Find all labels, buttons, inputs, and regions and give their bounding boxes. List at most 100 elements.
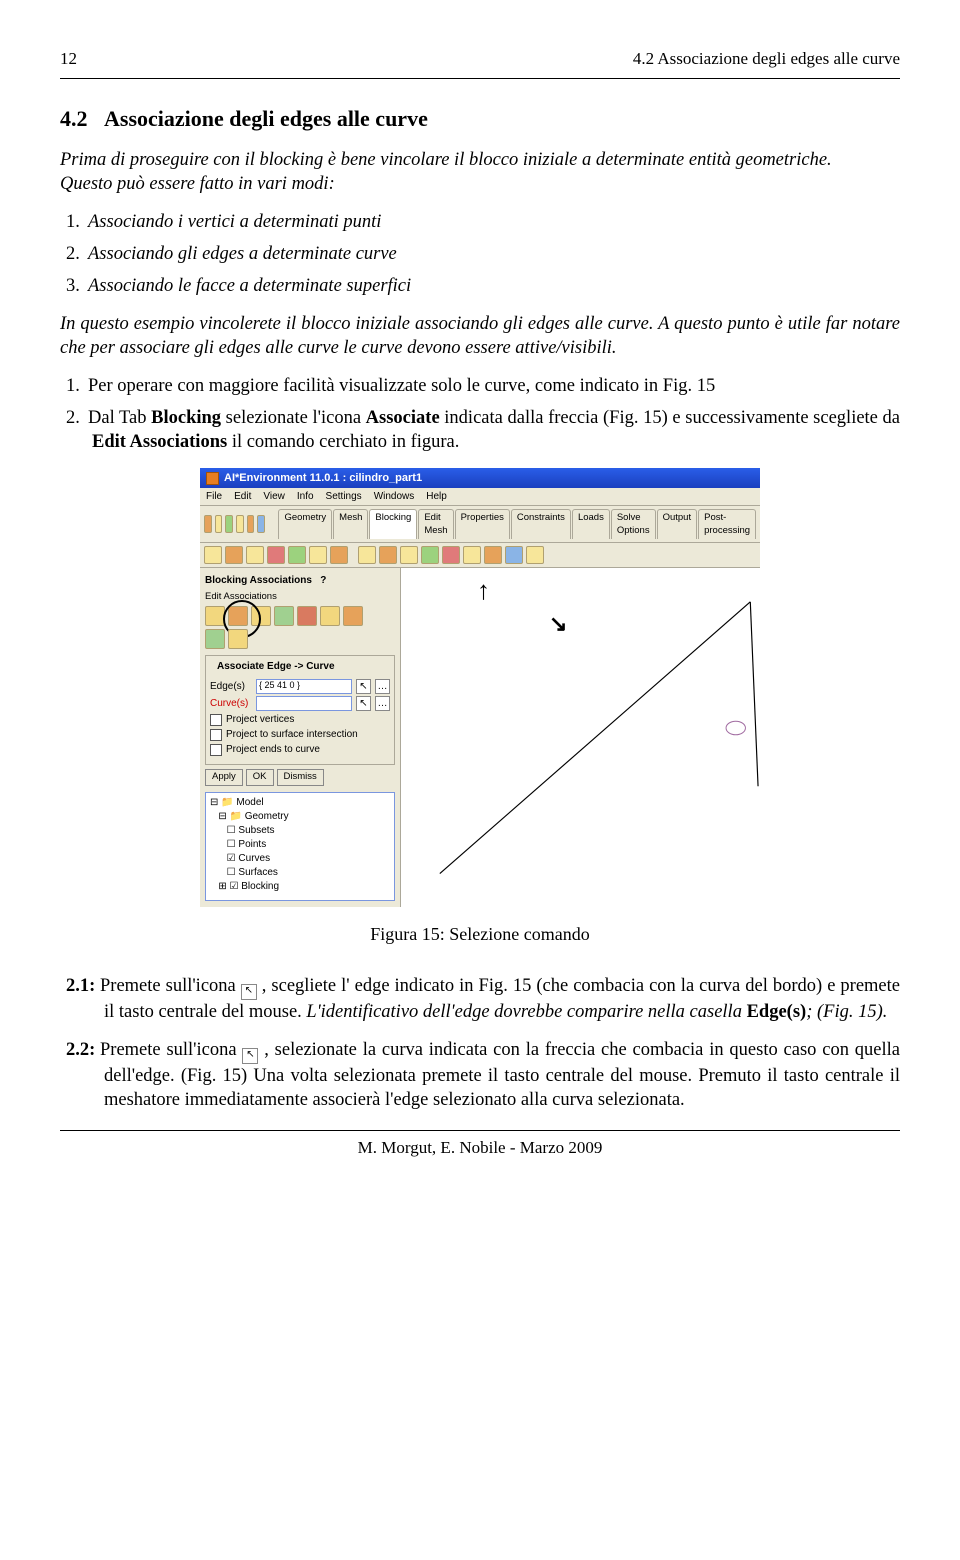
tool-associate-icon[interactable] xyxy=(379,546,397,564)
assoc-edge-curve-icon[interactable] xyxy=(228,606,248,626)
ok-button[interactable]: OK xyxy=(246,769,274,785)
header-rule xyxy=(60,78,900,79)
tool-icon[interactable] xyxy=(225,546,243,564)
menu-windows[interactable]: Windows xyxy=(374,490,415,503)
method-item-3: 3.Associando le facce a determinate supe… xyxy=(92,274,900,298)
pick-curve-icon[interactable]: ↖ xyxy=(356,696,371,711)
menu-edit[interactable]: Edit xyxy=(234,490,251,503)
edge-label: Edge(s) xyxy=(210,680,252,693)
assoc-icon[interactable] xyxy=(228,629,248,649)
section-header-label: 4.2 Associazione degli edges alle curve xyxy=(633,48,900,70)
menu-view[interactable]: View xyxy=(263,490,285,503)
chk-project-ends[interactable] xyxy=(210,744,222,756)
assoc-icon[interactable] xyxy=(343,606,363,626)
assoc-icon[interactable] xyxy=(274,606,294,626)
edit-associations-label: Edit Associations xyxy=(205,591,395,603)
apply-button[interactable]: Apply xyxy=(205,769,243,785)
footer-rule xyxy=(60,1130,900,1131)
curve-input[interactable] xyxy=(256,696,352,711)
intro-paragraph: Prima di proseguire con il blocking è be… xyxy=(60,148,900,196)
method-item-1: 1.Associando i vertici a determinati pun… xyxy=(92,210,900,234)
tool-icon[interactable] xyxy=(267,546,285,564)
tool-icon[interactable] xyxy=(358,546,376,564)
menu-info[interactable]: Info xyxy=(297,490,314,503)
tool-icon[interactable] xyxy=(505,546,523,564)
toolbar-icon[interactable] xyxy=(257,515,265,533)
methods-list: 1.Associando i vertici a determinati pun… xyxy=(60,210,900,298)
assoc-icon[interactable] xyxy=(205,629,225,649)
edge-input[interactable]: { 25 41 0 } xyxy=(256,679,352,694)
more-icon[interactable]: … xyxy=(375,679,390,694)
page-number: 12 xyxy=(60,48,77,70)
page-footer: M. Morgut, E. Nobile - Marzo 2009 xyxy=(60,1137,900,1159)
menu-settings[interactable]: Settings xyxy=(326,490,362,503)
toolbar-icon[interactable] xyxy=(236,515,244,533)
tab-mesh[interactable]: Mesh xyxy=(333,509,368,539)
tool-icon[interactable] xyxy=(246,546,264,564)
figure-caption: Figura 15: Selezione comando xyxy=(60,923,900,946)
app-title: AI*Environment 11.0.1 : cilindro_part1 xyxy=(224,471,422,485)
tab-editmesh[interactable]: Edit Mesh xyxy=(418,509,453,539)
pick-curve-cursor-icon: ↖ xyxy=(242,1048,258,1064)
menu-file[interactable]: File xyxy=(206,490,222,503)
tab-constraints[interactable]: Constraints xyxy=(511,509,571,539)
assoc-icon[interactable] xyxy=(205,606,225,626)
tool-icon[interactable] xyxy=(330,546,348,564)
tab-post[interactable]: Post-processing xyxy=(698,509,756,539)
panel-head: Blocking Associations ? xyxy=(205,574,395,587)
tool-icon[interactable] xyxy=(288,546,306,564)
tool-icon[interactable] xyxy=(463,546,481,564)
tool-icon[interactable] xyxy=(442,546,460,564)
steps-list: 1.Per operare con maggiore facilità visu… xyxy=(60,374,900,454)
chk-project-surface[interactable] xyxy=(210,729,222,741)
figure-15-screenshot: AI*Environment 11.0.1 : cilindro_part1 F… xyxy=(200,468,760,907)
app-titlebar: AI*Environment 11.0.1 : cilindro_part1 xyxy=(200,468,760,488)
tab-geometry[interactable]: Geometry xyxy=(278,509,332,539)
more-icon[interactable]: … xyxy=(375,696,390,711)
toolbar-icon[interactable] xyxy=(247,515,255,533)
tab-properties[interactable]: Properties xyxy=(455,509,510,539)
substep-2-2: 2.2:Premete sull'icona ↖ , selezionate l… xyxy=(104,1038,900,1112)
step-1: 1.Per operare con maggiore facilità visu… xyxy=(92,374,900,398)
viewport-canvas[interactable]: ↑ ↘ xyxy=(401,568,760,888)
pick-edge-icon[interactable]: ↖ xyxy=(356,679,371,694)
dismiss-button[interactable]: Dismiss xyxy=(277,769,324,785)
model-tree[interactable]: ⊟ 📁 Model ⊟ 📁 Geometry ☐ Subsets ☐ Point… xyxy=(205,792,395,901)
tool-icon[interactable] xyxy=(526,546,544,564)
app-tabs: Geometry Mesh Blocking Edit Mesh Propert… xyxy=(278,509,756,539)
tool-icon[interactable] xyxy=(400,546,418,564)
chk-project-vertices[interactable] xyxy=(210,714,222,726)
step-2: 2.Dal Tab Blocking selezionate l'icona A… xyxy=(92,406,900,454)
panel-buttons: Apply OK Dismiss xyxy=(205,769,395,785)
pick-cursor-icon: ↖ xyxy=(241,984,257,1000)
paragraph-after-methods: In questo esempio vincolerete il blocco … xyxy=(60,312,900,360)
assoc-icon[interactable] xyxy=(297,606,317,626)
substep-2-1: 2.1:Premete sull'icona ↖ , scegliete l' … xyxy=(104,974,900,1024)
help-icon[interactable]: ? xyxy=(320,575,326,586)
tool-icon[interactable] xyxy=(309,546,327,564)
tool-icon[interactable] xyxy=(204,546,222,564)
tab-loads[interactable]: Loads xyxy=(572,509,610,539)
left-panel: Blocking Associations ? Edit Association… xyxy=(200,568,401,907)
app-icon xyxy=(206,472,219,485)
tab-blocking[interactable]: Blocking xyxy=(369,509,417,539)
assoc-icon[interactable] xyxy=(251,606,271,626)
app-menubar[interactable]: File Edit View Info Settings Windows Hel… xyxy=(200,488,760,506)
method-item-2: 2.Associando gli edges a determinate cur… xyxy=(92,242,900,266)
app-toolbar-secondary xyxy=(200,543,760,568)
toolbar-icon[interactable] xyxy=(215,515,223,533)
tool-icon[interactable] xyxy=(484,546,502,564)
tool-icon[interactable] xyxy=(421,546,439,564)
tab-output[interactable]: Output xyxy=(657,509,698,539)
edit-assoc-icon-row xyxy=(205,606,395,626)
assoc-edge-curve-group: Associate Edge -> Curve Edge(s) { 25 41 … xyxy=(205,655,395,765)
assoc-icon[interactable] xyxy=(320,606,340,626)
section-title: 4.2 Associazione degli edges alle curve xyxy=(60,105,900,134)
substeps-list: 2.1:Premete sull'icona ↖ , scegliete l' … xyxy=(60,974,900,1112)
curve-label: Curve(s) xyxy=(210,697,252,710)
running-header: 12 4.2 Associazione degli edges alle cur… xyxy=(60,48,900,70)
menu-help[interactable]: Help xyxy=(426,490,447,503)
tab-solve[interactable]: Solve Options xyxy=(611,509,656,539)
toolbar-icon[interactable] xyxy=(204,515,212,533)
toolbar-icon[interactable] xyxy=(225,515,233,533)
